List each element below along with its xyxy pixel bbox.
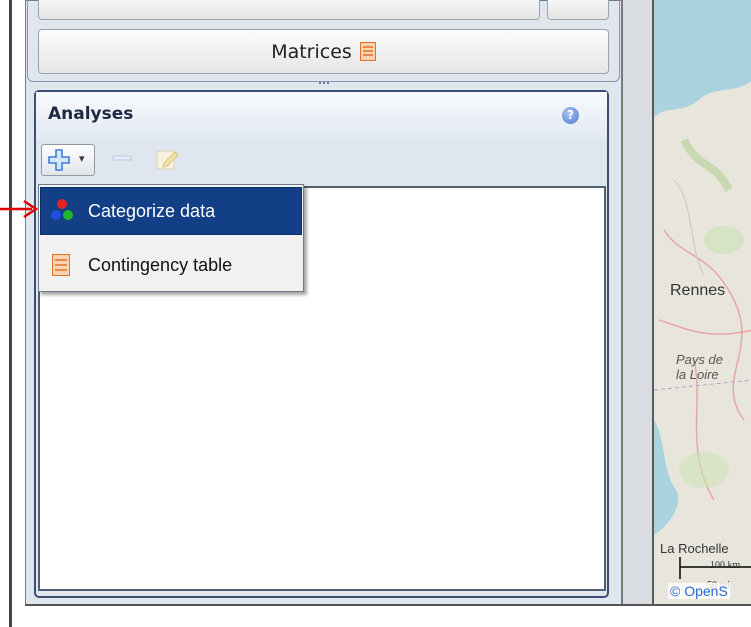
map-label-rennes: Rennes	[670, 282, 726, 299]
bottom-frame-line	[25, 604, 751, 606]
matrices-button[interactable]: Matrices	[38, 29, 609, 74]
map-label-region-line1: Pays de	[676, 352, 723, 367]
top-button[interactable]	[38, 0, 540, 20]
scale-km-label: 100 km	[710, 560, 741, 571]
table-icon	[52, 254, 70, 276]
map-attribution-link[interactable]: © OpenS	[668, 583, 730, 599]
map-label-la-rochelle: La Rochelle	[660, 541, 729, 556]
splitter-grip[interactable]	[316, 82, 332, 86]
outer-frame-line	[9, 0, 12, 627]
analyses-title: Analyses	[48, 104, 134, 124]
dropdown-arrow-icon: ▾	[79, 152, 85, 165]
menu-item-label: Contingency table	[88, 255, 233, 275]
help-icon[interactable]: ?	[562, 107, 579, 124]
map-label-region: Pays de la Loire	[676, 352, 723, 382]
map-view[interactable]	[652, 0, 751, 604]
arrow-icon	[0, 199, 39, 219]
categorize-icon	[51, 199, 73, 220]
map-label-region-line2: la Loire	[676, 367, 719, 382]
matrices-button-label: Matrices	[271, 40, 352, 63]
edit-icon[interactable]	[154, 146, 180, 172]
table-icon	[359, 42, 376, 61]
menu-item-label: Categorize data	[88, 201, 216, 221]
minus-icon[interactable]	[112, 151, 132, 165]
top-small-button[interactable]	[547, 0, 609, 20]
map-terrain	[654, 0, 751, 604]
plus-icon	[48, 149, 70, 171]
panel-splitter[interactable]	[622, 0, 652, 606]
